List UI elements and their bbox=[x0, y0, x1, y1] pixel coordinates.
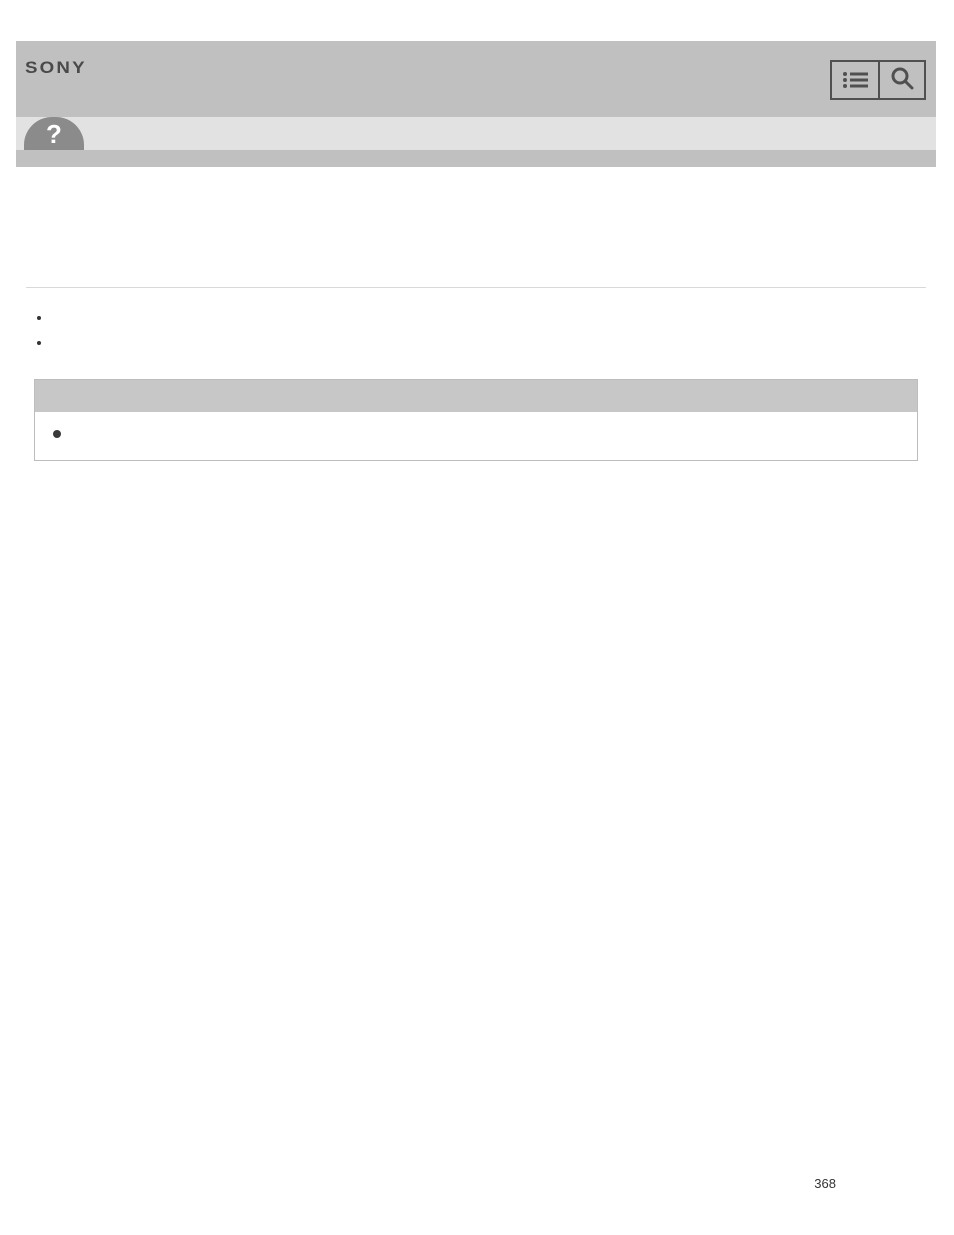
top-header-bar: SONY bbox=[16, 41, 936, 117]
content-spacer bbox=[26, 192, 926, 287]
brand-logo: SONY bbox=[25, 58, 87, 78]
content-bullet-list bbox=[52, 310, 926, 349]
content-wrap: SONY bbox=[0, 0, 954, 461]
search-button[interactable] bbox=[878, 60, 926, 100]
help-bubble-icon[interactable]: ? bbox=[24, 117, 84, 150]
grey-separator-bar bbox=[16, 150, 936, 167]
search-icon bbox=[890, 66, 914, 95]
note-box bbox=[34, 379, 918, 461]
note-bullet-icon bbox=[53, 430, 61, 438]
header-button-group bbox=[830, 60, 926, 100]
list-item bbox=[52, 335, 926, 349]
page-number: 368 bbox=[814, 1176, 836, 1191]
page-root: SONY bbox=[0, 0, 954, 1235]
note-box-header bbox=[35, 380, 917, 412]
list-item bbox=[52, 310, 926, 324]
content-divider bbox=[26, 287, 926, 288]
sub-header-bar: ? bbox=[16, 117, 936, 150]
note-box-body bbox=[35, 412, 917, 460]
question-mark-icon: ? bbox=[46, 119, 62, 150]
list-icon bbox=[842, 71, 868, 89]
menu-list-button[interactable] bbox=[830, 60, 878, 100]
main-content bbox=[16, 167, 936, 461]
